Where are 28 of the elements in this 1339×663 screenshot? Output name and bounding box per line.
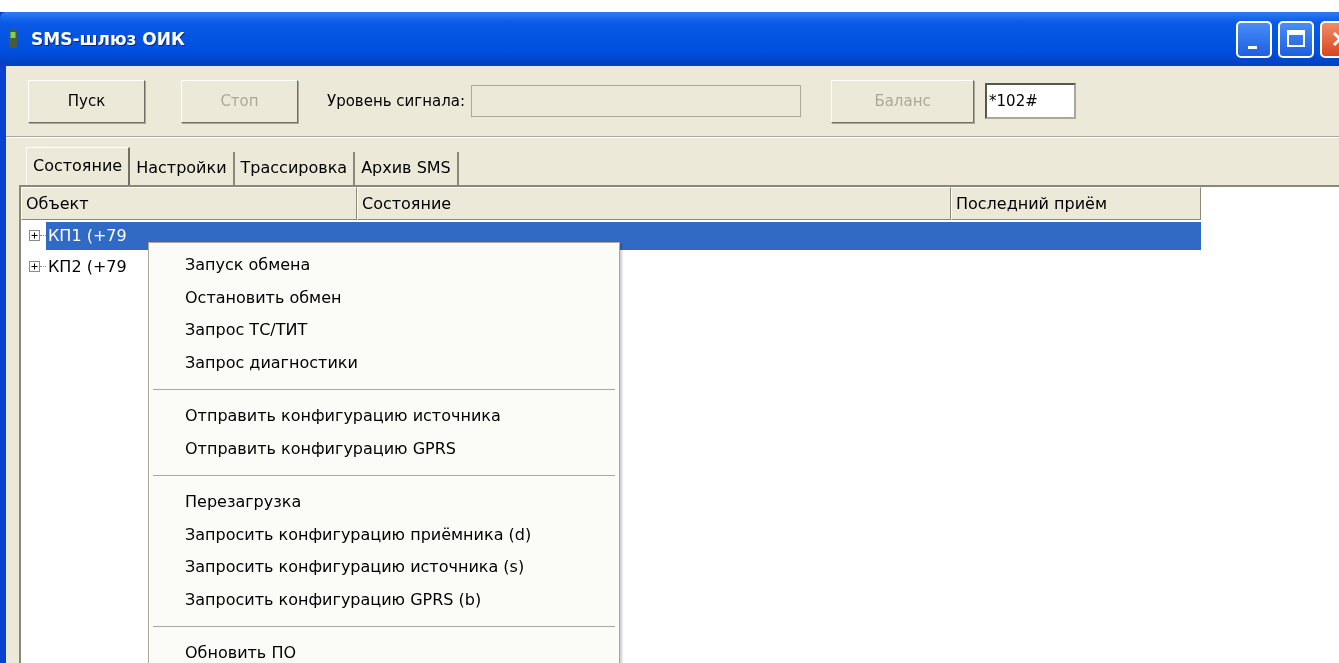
- expand-icon[interactable]: [29, 230, 40, 241]
- menu-item[interactable]: Отправить конфигурацию источника: [149, 400, 619, 433]
- column-header[interactable]: Объект: [21, 187, 357, 220]
- tree-item[interactable]: КП2 (+79: [46, 257, 127, 276]
- menu-item[interactable]: Отправить конфигурацию GPRS: [149, 432, 619, 465]
- start-button[interactable]: Пуск: [28, 79, 145, 123]
- menu-item[interactable]: Запросить конфигурацию источника (s): [149, 551, 619, 584]
- phone-icon: [9, 30, 17, 48]
- menu-item[interactable]: Запросить конфигурацию приёмника (d): [149, 518, 619, 551]
- menu-item[interactable]: Запрос ТС/ТИТ: [149, 314, 619, 347]
- tab[interactable]: Состояние: [26, 147, 131, 185]
- menu-item[interactable]: Перезагрузка: [149, 486, 619, 519]
- menu-item[interactable]: Запросить конфигурацию GPRS (b): [149, 583, 619, 616]
- menu-item[interactable]: Запрос диагностики: [149, 346, 619, 379]
- maximize-button[interactable]: [1278, 20, 1314, 58]
- tree-item[interactable]: КП1 (+79: [46, 226, 127, 245]
- column-header[interactable]: Последний приём: [951, 187, 1201, 220]
- ussd-field[interactable]: *102#: [985, 83, 1077, 119]
- menu-item[interactable]: Остановить обмен: [149, 281, 619, 314]
- menu-item[interactable]: Запуск обмена: [149, 249, 619, 282]
- window-title: SMS-шлюз ОИК: [31, 29, 185, 49]
- maximize-icon: [1286, 29, 1306, 49]
- column-header[interactable]: Состояние: [357, 187, 951, 220]
- minimize-button[interactable]: [1236, 20, 1272, 58]
- minimize-icon: [1247, 45, 1257, 49]
- signal-label: Уровень сигнала:: [327, 92, 466, 110]
- menu-item[interactable]: Обновить ПО: [149, 637, 619, 663]
- expand-icon[interactable]: [29, 261, 40, 272]
